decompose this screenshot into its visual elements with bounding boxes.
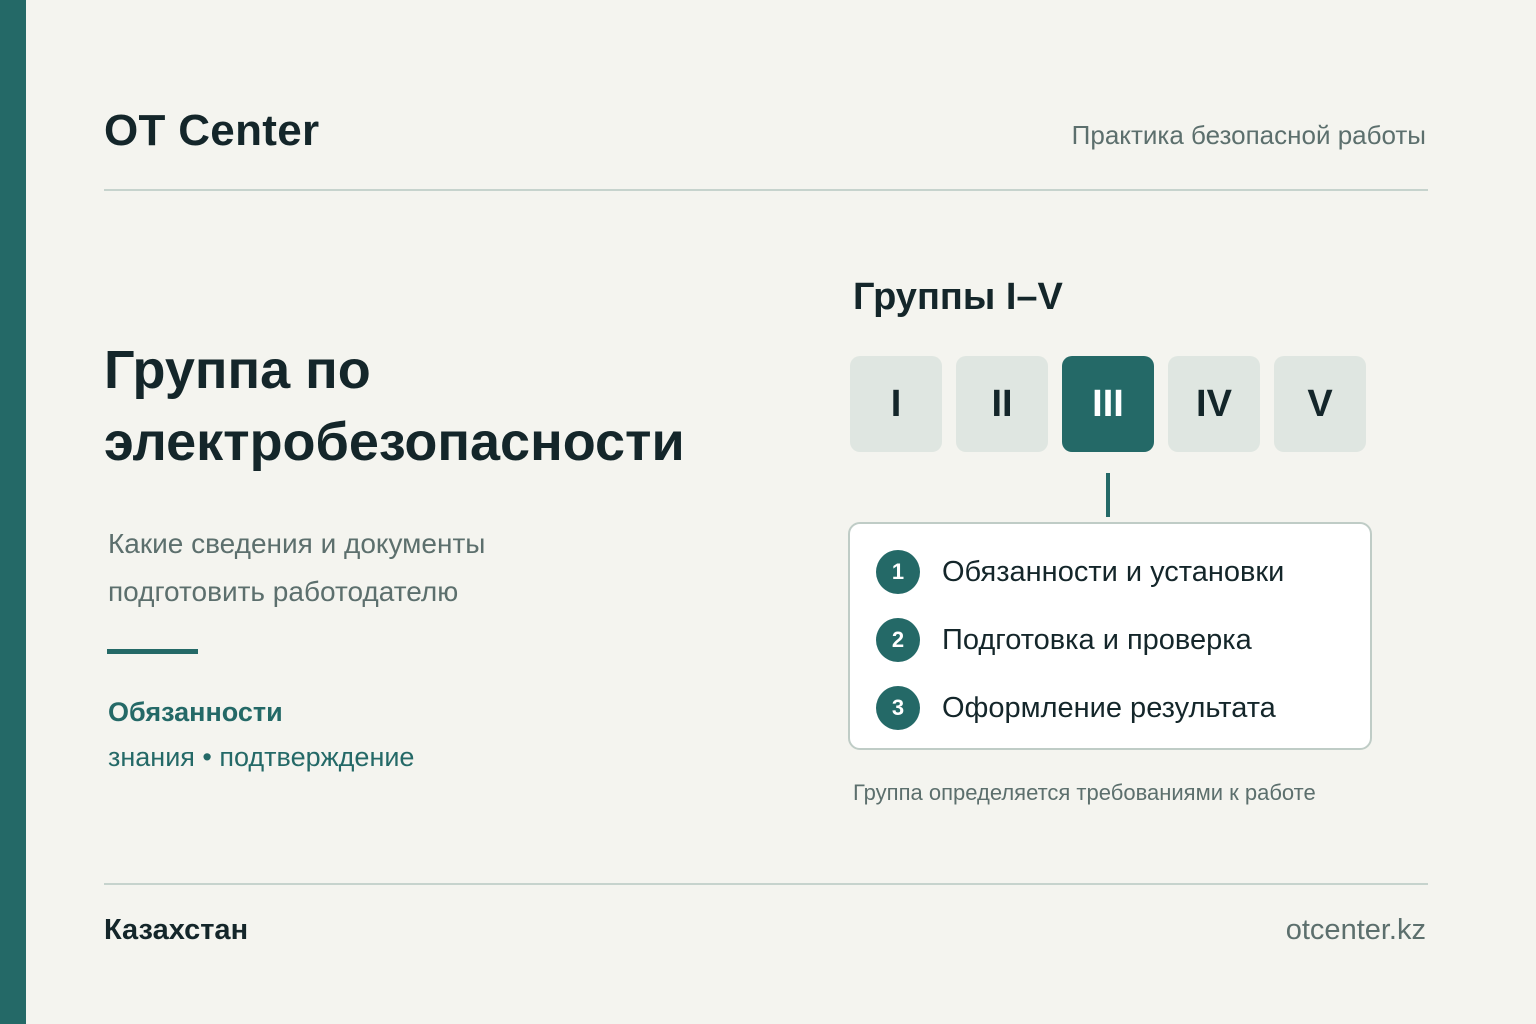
groups-title: Группы I–V [853,276,1063,318]
accent-side-bar [0,0,26,1024]
page-title-line-2: электробезопасности [104,412,685,472]
page-subtitle-line-1: Какие сведения и документы [108,528,486,559]
step-label: Обязанности и установки [942,555,1285,588]
group-tile-2: II [956,356,1048,452]
page-title-line-1: Группа по [104,340,371,400]
page-subtitle-line-2: подготовить работодателю [108,576,459,607]
page-subtitle: Какие сведения и документы подготовить р… [108,520,485,616]
step-number-badge: 3 [876,686,920,730]
group-tile-4: IV [1168,356,1260,452]
connector-line [1106,473,1110,517]
step-item: 1 Обязанности и установки [876,550,1284,594]
footer-divider [104,883,1428,885]
footer-country: Казахстан [104,914,249,946]
groups-note: Группа определяется требованиями к работ… [853,780,1316,805]
header-divider [104,189,1428,191]
footer-website: otcenter.kz [1285,914,1426,946]
brand-logo-text: OT Center [104,106,320,155]
step-item: 2 Подготовка и проверка [876,618,1252,662]
step-item: 3 Оформление результата [876,686,1276,730]
duties-subtext: знания • подтверждение [108,742,415,772]
group-tile-1: I [850,356,942,452]
step-number-badge: 1 [876,550,920,594]
duties-heading: Обязанности [108,697,283,727]
accent-divider [107,649,198,654]
step-label: Подготовка и проверка [942,623,1252,656]
steps-card: 1 Обязанности и установки 2 Подготовка и… [848,522,1372,750]
header-tagline: Практика безопасной работы [1071,120,1426,150]
page-title: Группа по электробезопасности [104,334,685,478]
step-label: Оформление результата [942,691,1276,724]
group-tile-5: V [1274,356,1366,452]
step-number-badge: 2 [876,618,920,662]
group-tile-3-active: III [1062,356,1154,452]
